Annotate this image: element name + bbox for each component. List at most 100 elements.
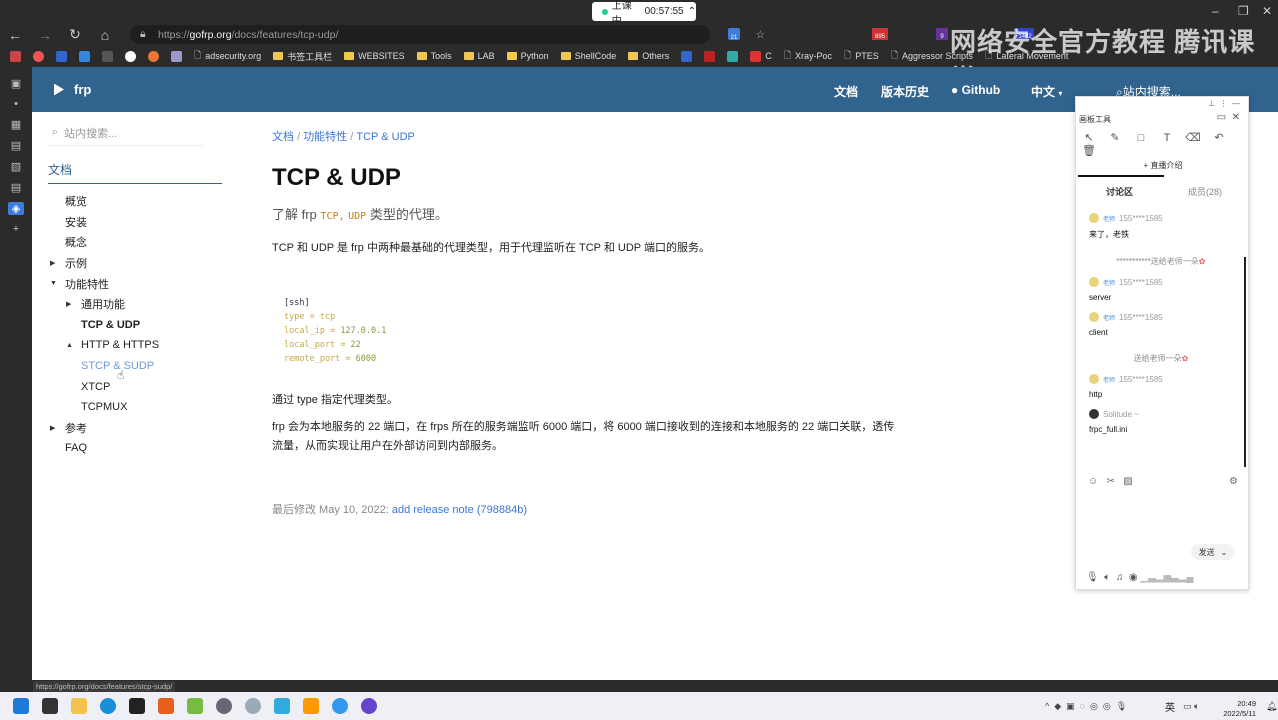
commit-link[interactable]: add release note (798884b): [392, 504, 527, 516]
microphone-icon[interactable]: 🎙︎: [1086, 572, 1099, 583]
bookmark-icon[interactable]: [10, 50, 21, 62]
app-icon[interactable]: [361, 698, 377, 714]
app-icon[interactable]: [187, 698, 203, 714]
nav-language[interactable]: 中文 ▾: [1031, 83, 1062, 100]
bookmark-adsecurity[interactable]: 🗋︎ adsecurity.org: [194, 48, 261, 64]
forward-icon[interactable]: →: [30, 27, 60, 43]
bookmark-icon[interactable]: [79, 50, 90, 62]
address-bar[interactable]: 🔒︎ https://gofrp.org/docs/features/tcp-ud…: [130, 25, 765, 44]
nav-github[interactable]: ● Github: [951, 83, 1000, 97]
bookmark-icon[interactable]: [148, 50, 159, 62]
bookmark-icon[interactable]: [727, 50, 739, 62]
bookmark-icon[interactable]: [33, 50, 44, 62]
sidebar-item[interactable]: XTCP: [48, 376, 223, 397]
notification-icon[interactable]: 🔔︎: [1266, 701, 1277, 712]
bookmark-folder[interactable]: 书签工具栏: [273, 50, 332, 63]
send-button[interactable]: 发送 ⌄: [1191, 544, 1235, 560]
close-icon[interactable]: ✕: [1232, 112, 1240, 123]
edge-icon[interactable]: [100, 698, 116, 714]
chat-scrollbar[interactable]: [1244, 257, 1246, 467]
tab-discussion[interactable]: 讨论区: [1106, 185, 1133, 198]
pin-icon[interactable]: ⊥: [1208, 99, 1215, 108]
eraser-tool-icon[interactable]: ⌫: [1180, 131, 1206, 144]
nav-docs[interactable]: 文档: [834, 83, 858, 100]
favorite-icon[interactable]: ☆: [756, 29, 765, 41]
google-icon[interactable]: [125, 50, 136, 62]
close-button[interactable]: ✕: [1262, 4, 1272, 18]
sidebar-item-active[interactable]: TCP & UDP: [48, 315, 223, 336]
clock[interactable]: 20:49 2022/5/11: [1223, 699, 1256, 719]
bookmark-folder[interactable]: WEBSITES: [344, 51, 405, 61]
select-tool-icon[interactable]: ↖: [1076, 131, 1102, 144]
image-icon[interactable]: ▧: [8, 160, 24, 173]
breadcrumb-link[interactable]: 文档: [272, 131, 294, 143]
bookmark-folder[interactable]: Python: [506, 51, 549, 61]
pen-tool-icon[interactable]: ✎: [1102, 131, 1128, 144]
bookmark-folder[interactable]: ShellCode: [560, 51, 616, 61]
nav-history[interactable]: 版本历史: [881, 83, 929, 100]
class-timer[interactable]: 上课中 00:57:55 ⌃: [592, 1, 696, 27]
start-icon[interactable]: [13, 698, 29, 714]
app-icon[interactable]: [216, 698, 232, 714]
extension-badge[interactable]: 21: [728, 28, 740, 41]
sidebar-item[interactable]: ▼ 功能特性: [48, 273, 223, 294]
bookmark-ptes[interactable]: 🗋︎ PTES: [844, 48, 879, 64]
ime-indicator[interactable]: 英: [1165, 699, 1175, 714]
more-icon[interactable]: ⋮: [1220, 99, 1228, 108]
bookmark-folder[interactable]: Tools: [416, 51, 452, 61]
sidebar-section-docs[interactable]: 文档: [48, 161, 222, 184]
tabs-icon[interactable]: ▣: [8, 77, 24, 90]
terminal-icon[interactable]: [129, 698, 145, 714]
bookmark-icon[interactable]: [681, 50, 693, 62]
image-icon[interactable]: ▨: [1123, 476, 1132, 487]
settings-icon[interactable]: ⚙: [1229, 476, 1238, 487]
app-icon[interactable]: [245, 698, 261, 714]
breadcrumb-current[interactable]: TCP & UDP: [356, 131, 414, 143]
sidebar-item[interactable]: FAQ: [48, 438, 223, 459]
app-icon[interactable]: ◈: [8, 202, 24, 215]
sidebar-search-input[interactable]: ⌕ 站内搜索...: [48, 120, 203, 146]
minimize-button[interactable]: –: [1212, 4, 1219, 18]
app-icon[interactable]: ▤: [8, 139, 24, 152]
live-intro-button[interactable]: + 直播介绍: [1076, 160, 1250, 171]
back-icon[interactable]: ←: [0, 27, 30, 43]
app-icon[interactable]: [332, 698, 348, 714]
scissors-icon[interactable]: ✂: [1107, 476, 1115, 487]
add-icon[interactable]: +: [8, 223, 24, 235]
sidebar-item-hovered[interactable]: STCP & SUDP: [48, 356, 223, 377]
bookmark-folder[interactable]: LAB: [463, 51, 495, 61]
reload-icon[interactable]: ↻: [60, 26, 90, 43]
maximize-icon[interactable]: ▭: [1217, 112, 1226, 123]
sidebar-item[interactable]: ▶ 通用功能: [48, 294, 223, 315]
home-icon[interactable]: ⌂: [90, 27, 120, 43]
tab-members[interactable]: 成员(28): [1188, 185, 1222, 198]
app-icon[interactable]: ▤: [8, 181, 24, 194]
restore-button[interactable]: ❐: [1238, 4, 1249, 18]
sidebar-item[interactable]: ▲ HTTP & HTTPS: [48, 335, 223, 356]
text-tool-icon[interactable]: T: [1154, 132, 1180, 144]
explorer-icon[interactable]: [71, 698, 87, 714]
bookmark-folder[interactable]: Others: [628, 51, 669, 61]
sidebar-item[interactable]: 概念: [48, 232, 223, 253]
minimize-icon[interactable]: —: [1232, 99, 1240, 108]
location-icon[interactable]: ◉: [1129, 572, 1138, 583]
message-input[interactable]: [1078, 491, 1246, 541]
undo-icon[interactable]: ↶: [1206, 131, 1232, 144]
sidebar-item[interactable]: TCPMUX: [48, 397, 223, 418]
extension-icon[interactable]: •: [8, 98, 24, 110]
brand[interactable]: frp: [54, 82, 91, 97]
speaker-icon[interactable]: 🔈︎: [1104, 572, 1110, 583]
sidebar-item[interactable]: 安装: [48, 212, 223, 233]
app-icon[interactable]: [274, 698, 290, 714]
trash-icon[interactable]: 🗑︎: [1076, 144, 1102, 157]
bookmark-icon[interactable]: [171, 50, 182, 62]
bookmark-c[interactable]: C: [750, 50, 772, 62]
taskview-icon[interactable]: [42, 698, 58, 714]
bookmark-xray[interactable]: 🗋︎ Xray-Poc: [784, 48, 832, 64]
sidebar-item[interactable]: 概览: [48, 191, 223, 212]
breadcrumb-link[interactable]: 功能特性: [303, 131, 347, 143]
extension-badge[interactable]: 895: [872, 28, 888, 40]
sidebar-item[interactable]: ▶ 参考: [48, 418, 223, 439]
app-icon[interactable]: [303, 698, 319, 714]
network-icon[interactable]: ▭ 🔈︎: [1183, 701, 1199, 712]
